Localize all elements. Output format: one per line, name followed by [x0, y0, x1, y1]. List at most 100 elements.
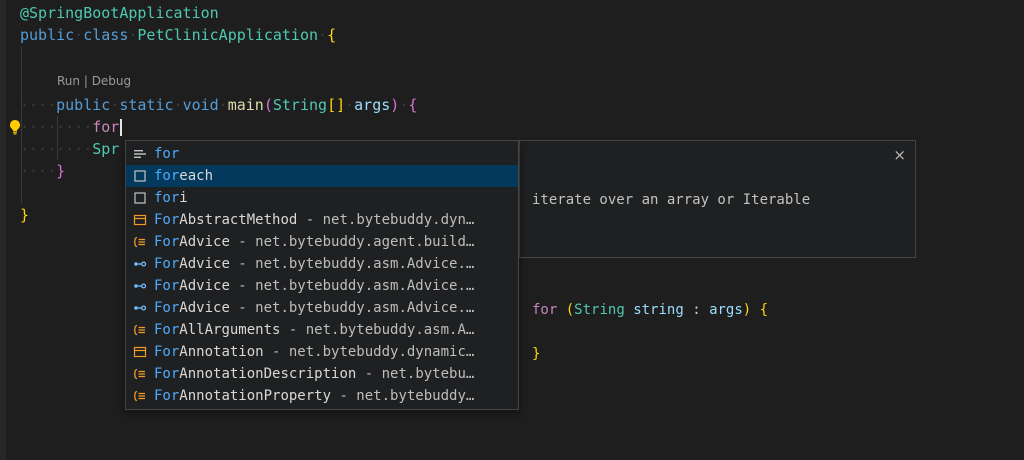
suggestion-item[interactable]: ForAbstractMethod - net.bytebuddy.dyn…	[126, 209, 518, 231]
suggestion-list: forforeachforiForAbstractMethod - net.by…	[126, 143, 518, 407]
code-token: class	[83, 26, 128, 44]
code-token: args	[354, 96, 390, 114]
suggestion-match-text: For	[154, 300, 179, 316]
suggestion-match-text: For	[154, 322, 179, 338]
code-token: String	[574, 302, 625, 318]
suggestion-item[interactable]: ForAdvice - net.bytebuddy.asm.Advice.…	[126, 253, 518, 275]
code-token	[684, 302, 692, 318]
code-token: ····	[20, 162, 56, 180]
code-token: ·	[174, 96, 183, 114]
class-icon	[132, 344, 148, 360]
suggestion-detail: - net.bytebuddy.agent.build…	[230, 234, 474, 250]
suggestion-label: AllArguments	[179, 322, 280, 338]
code-token: ····	[20, 96, 56, 114]
code-token: main	[228, 96, 264, 114]
code-token: {	[408, 96, 417, 114]
enum-icon	[132, 388, 148, 404]
suggestion-match-text: For	[154, 234, 179, 250]
code-token: Spr	[92, 140, 119, 158]
code-line[interactable]: public·class·PetClinicApplication·{	[20, 24, 417, 46]
code-token: args	[709, 302, 743, 318]
suggestion-label: AnnotationDescription	[179, 366, 356, 382]
code-token: String	[273, 96, 327, 114]
code-token: )	[390, 96, 399, 114]
suggestion-label: Annotation	[179, 344, 263, 360]
code-token: }	[56, 162, 65, 180]
close-icon[interactable]: ×	[893, 144, 906, 166]
keyword-icon	[132, 146, 148, 162]
code-line[interactable]: @SpringBootApplication	[20, 2, 417, 24]
suggestion-item[interactable]: ForAnnotationDescription - net.bytebu…	[126, 363, 518, 385]
code-token: string	[633, 302, 684, 318]
code-token: public	[20, 26, 74, 44]
suggestion-item[interactable]: ForAllArguments - net.bytebuddy.asm.A…	[126, 319, 518, 341]
code-token: ········	[20, 118, 92, 136]
code-token: ·	[74, 26, 83, 44]
enum-member-icon	[132, 300, 148, 316]
text-cursor	[120, 119, 122, 136]
code-token: )	[743, 302, 751, 318]
code-token: (	[264, 96, 273, 114]
suggestion-detail: - net.bytebuddy.asm.Advice.…	[230, 256, 474, 272]
codelens: Run | Debug	[20, 68, 417, 94]
code-token: ·	[318, 26, 327, 44]
code-token	[557, 302, 565, 318]
suggestion-item[interactable]: ForAdvice - net.bytebuddy.asm.Advice.…	[126, 275, 518, 297]
suggestion-detail: - net.bytebuddy.asm.Advice.…	[230, 278, 474, 294]
suggestion-doc-summary: iterate over an array or Iterable	[532, 189, 903, 211]
suggestion-match-text: For	[154, 366, 179, 382]
code-token: public	[56, 96, 110, 114]
suggestion-label: Advice	[179, 234, 230, 250]
suggestion-item[interactable]: ForAdvice - net.bytebuddy.asm.Advice.…	[126, 297, 518, 319]
suggestion-label: AbstractMethod	[179, 212, 297, 228]
doc-code-line	[532, 321, 903, 343]
code-token: {	[760, 302, 768, 318]
suggestion-detail: - net.bytebuddy.asm.Advice.…	[230, 300, 474, 316]
suggestion-label: AnnotationProperty	[179, 388, 331, 404]
code-line[interactable]	[20, 46, 417, 68]
suggestion-item[interactable]: ForAdvice - net.bytebuddy.agent.build…	[126, 231, 518, 253]
suggestion-item[interactable]: for	[126, 143, 518, 165]
suggestion-item[interactable]: ForAnnotation - net.bytebuddy.dynamic…	[126, 341, 518, 363]
suggestion-label: i	[179, 190, 187, 206]
code-token: ·	[219, 96, 228, 114]
suggestion-item[interactable]: ForAnnotationProperty - net.bytebuddy…	[126, 385, 518, 407]
code-token: @SpringBootApplication	[20, 4, 219, 22]
suggestion-match-text: For	[154, 278, 179, 294]
enum-icon	[132, 366, 148, 382]
code-token	[625, 302, 633, 318]
code-token	[701, 302, 709, 318]
suggestion-match-text: for	[154, 190, 179, 206]
quick-fix-lightbulb-icon[interactable]	[7, 119, 23, 135]
codelens-debug-link[interactable]: Debug	[92, 74, 131, 88]
class-icon	[132, 212, 148, 228]
code-token: ·	[110, 96, 119, 114]
suggestion-item[interactable]: fori	[126, 187, 518, 209]
suggestion-match-text: for	[154, 146, 179, 162]
suggestion-label: Advice	[179, 300, 230, 316]
code-token: :	[692, 302, 700, 318]
suggestion-detail: - net.bytebuddy.dyn…	[297, 212, 474, 228]
code-token: PetClinicApplication	[137, 26, 318, 44]
enum-icon	[132, 322, 148, 338]
suggestion-label: Advice	[179, 278, 230, 294]
suggestion-item[interactable]: foreach	[126, 165, 518, 187]
code-token: }	[532, 346, 540, 362]
codelens-run-link[interactable]: Run	[57, 74, 80, 88]
suggest-details-panel: iterate over an array or Iterable × for …	[519, 140, 916, 258]
code-line[interactable]: ····public·static·void·main(String[]·arg…	[20, 94, 417, 116]
autocomplete-popup: forforeachforiForAbstractMethod - net.by…	[125, 140, 519, 410]
suggestion-label: each	[179, 168, 213, 184]
suggestion-detail: - net.bytebuddy.asm.A…	[280, 322, 474, 338]
code-token: []	[327, 96, 345, 114]
code-token: ·	[345, 96, 354, 114]
code-token: for	[92, 118, 119, 136]
code-token: (	[566, 302, 574, 318]
enum-icon	[132, 234, 148, 250]
code-token: ·	[399, 96, 408, 114]
suggestion-doc-code: for (String string : args) { }	[532, 299, 903, 365]
code-token: }	[20, 206, 29, 224]
code-line[interactable]: ········for	[20, 116, 417, 138]
code-token	[751, 302, 759, 318]
code-token: {	[327, 26, 336, 44]
